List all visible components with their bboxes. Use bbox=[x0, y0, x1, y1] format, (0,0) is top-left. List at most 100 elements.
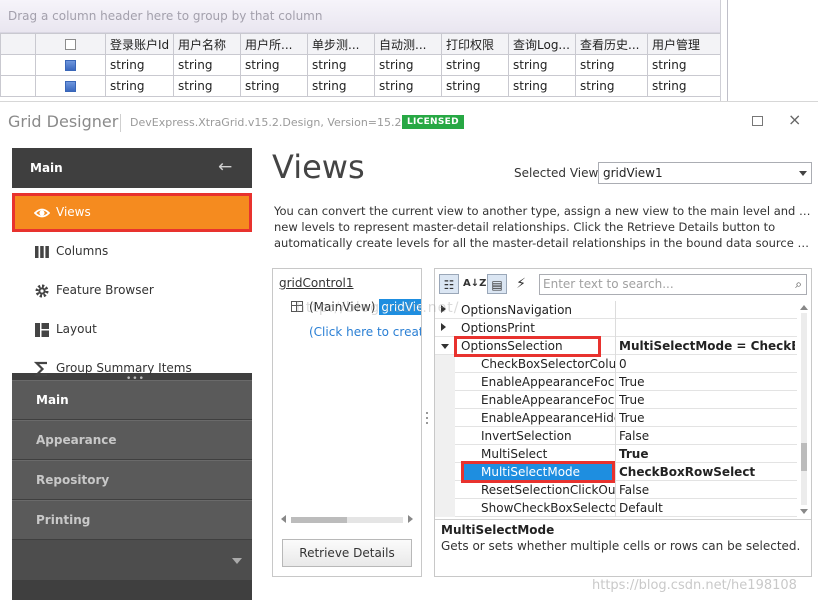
property-value[interactable]: Default bbox=[619, 501, 795, 515]
divider bbox=[120, 114, 121, 132]
property-value[interactable]: False bbox=[619, 483, 795, 497]
chevron-left-icon[interactable] bbox=[281, 515, 286, 523]
table-cell[interactable]: string bbox=[508, 54, 576, 76]
tree-root-node[interactable]: gridControl1 bbox=[279, 276, 354, 290]
property-value[interactable]: 0 bbox=[619, 357, 795, 371]
nav-group-repository[interactable]: Repository bbox=[12, 460, 252, 499]
scroll-track[interactable] bbox=[801, 313, 807, 505]
maximize-button[interactable] bbox=[752, 116, 763, 126]
table-cell[interactable]: string bbox=[307, 54, 375, 76]
column-header[interactable]: 用户所... bbox=[240, 33, 308, 55]
property-value[interactable]: MultiSelectMode = CheckBox bbox=[619, 339, 795, 353]
table-cell[interactable]: string bbox=[441, 54, 509, 76]
divider bbox=[615, 391, 616, 409]
nav-group-main[interactable]: Main bbox=[12, 380, 252, 419]
table-cell[interactable]: string bbox=[173, 75, 241, 97]
table-cell[interactable]: string bbox=[374, 54, 442, 76]
column-header[interactable]: 打印权限 bbox=[441, 33, 509, 55]
nav-item-feature-browser[interactable]: Feature Browser bbox=[12, 271, 252, 310]
help-text: Gets or sets whether multiple cells or r… bbox=[441, 539, 801, 553]
chevron-down-icon[interactable] bbox=[800, 509, 808, 514]
chevron-right-icon[interactable] bbox=[408, 515, 413, 523]
divider bbox=[615, 445, 616, 463]
events-icon[interactable]: ⚡ bbox=[511, 274, 531, 294]
table-cell[interactable]: string bbox=[240, 54, 308, 76]
table-row[interactable]: string string string string string strin… bbox=[0, 54, 721, 76]
nav-item-layout[interactable]: Layout bbox=[12, 310, 252, 349]
table-cell[interactable]: string bbox=[575, 75, 648, 97]
row-checkbox[interactable] bbox=[65, 81, 76, 92]
preview-side-area bbox=[720, 0, 818, 101]
property-search-input[interactable]: Enter text to search... ⌕ bbox=[539, 274, 807, 295]
close-button[interactable]: × bbox=[788, 110, 801, 130]
table-cell[interactable]: string bbox=[307, 75, 375, 97]
property-row-options-print[interactable]: OptionsPrint bbox=[435, 319, 797, 337]
column-header[interactable]: 自动测... bbox=[374, 33, 442, 55]
selected-view-dropdown[interactable]: gridView1 bbox=[598, 162, 812, 184]
select-all-checkbox[interactable] bbox=[65, 39, 76, 50]
property-value[interactable]: True bbox=[619, 447, 795, 461]
chevron-down-icon[interactable] bbox=[232, 558, 242, 564]
table-cell[interactable]: string bbox=[173, 54, 241, 76]
table-cell[interactable]: string bbox=[647, 54, 721, 76]
column-header[interactable]: 查看历史... bbox=[575, 33, 648, 55]
property-value[interactable]: True bbox=[619, 393, 795, 407]
scroll-thumb[interactable] bbox=[801, 443, 807, 471]
row-indent bbox=[435, 481, 455, 499]
select-all-cell[interactable] bbox=[35, 33, 106, 55]
table-cell[interactable]: string bbox=[105, 54, 174, 76]
preview-grid: 登录账户Id 用户名称 用户所... 单步测... 自动测... 打印权限 查询… bbox=[0, 33, 721, 97]
splitter-grip[interactable] bbox=[426, 412, 430, 428]
chevron-up-icon[interactable] bbox=[800, 305, 808, 310]
description-line: You can convert the current view to anot… bbox=[274, 204, 812, 218]
scroll-thumb[interactable] bbox=[291, 517, 347, 523]
retrieve-details-button[interactable]: Retrieve Details bbox=[282, 539, 412, 567]
group-panel[interactable]: Drag a column header here to group by th… bbox=[0, 0, 720, 33]
vertical-scrollbar[interactable] bbox=[797, 301, 811, 517]
horizontal-scrollbar[interactable] bbox=[281, 515, 413, 523]
column-header[interactable]: 查询Log... bbox=[508, 33, 576, 55]
table-row[interactable]: string string string string string strin… bbox=[0, 75, 721, 97]
divider bbox=[615, 373, 616, 391]
property-pages-icon[interactable]: ▤ bbox=[487, 274, 507, 294]
column-header[interactable]: 登录账户Id bbox=[105, 33, 174, 55]
property-row[interactable]: EnableAppearanceFocusedCell True bbox=[435, 373, 797, 391]
back-arrow-icon[interactable]: ← bbox=[218, 157, 232, 177]
create-level-link[interactable]: (Click here to create bbox=[309, 325, 421, 339]
search-icon[interactable]: ⌕ bbox=[795, 277, 802, 292]
description-line: automatically create levels for all the … bbox=[274, 236, 812, 250]
property-row[interactable]: CheckBoxSelectorColumnWidth 0 bbox=[435, 355, 797, 373]
table-cell[interactable]: string bbox=[575, 54, 648, 76]
property-row[interactable]: InvertSelection False bbox=[435, 427, 797, 445]
table-cell[interactable]: string bbox=[508, 75, 576, 97]
expand-right-icon[interactable] bbox=[441, 323, 446, 331]
column-header[interactable]: 用户名称 bbox=[173, 33, 241, 55]
row-select-cell[interactable] bbox=[35, 75, 106, 97]
property-value[interactable]: True bbox=[619, 411, 795, 425]
nav-item-label: Layout bbox=[56, 322, 97, 336]
table-cell[interactable]: string bbox=[441, 75, 509, 97]
property-row[interactable]: EnableAppearanceHideSelection True bbox=[435, 409, 797, 427]
nav-group-appearance[interactable]: Appearance bbox=[12, 420, 252, 459]
nav-item-columns[interactable]: Columns bbox=[12, 232, 252, 271]
nav-group-printing[interactable]: Printing bbox=[12, 500, 252, 539]
table-cell[interactable]: string bbox=[240, 75, 308, 97]
nav-item-views[interactable]: Views bbox=[12, 193, 252, 232]
property-row-options-navigation[interactable]: OptionsNavigation bbox=[435, 301, 797, 319]
row-checkbox[interactable] bbox=[65, 60, 76, 71]
property-value[interactable]: CheckBoxRowSelect bbox=[619, 465, 795, 479]
table-cell[interactable]: string bbox=[105, 75, 174, 97]
column-header[interactable]: 用户管理 bbox=[647, 33, 721, 55]
property-row[interactable]: ResetSelectionClickOutside False bbox=[435, 481, 797, 499]
column-header[interactable]: 单步测... bbox=[307, 33, 375, 55]
table-cell[interactable]: string bbox=[647, 75, 721, 97]
expand-down-icon[interactable] bbox=[441, 344, 449, 349]
row-select-cell[interactable] bbox=[35, 54, 106, 76]
property-row[interactable]: ShowCheckBoxSelectorInColumnHeader Defau… bbox=[435, 499, 797, 517]
property-value[interactable]: False bbox=[619, 429, 795, 443]
categorized-icon[interactable]: ☷ bbox=[439, 274, 459, 294]
table-cell[interactable]: string bbox=[374, 75, 442, 97]
property-row[interactable]: EnableAppearanceFocusedRow True bbox=[435, 391, 797, 409]
alphabetical-icon[interactable]: A↓Z bbox=[463, 274, 486, 294]
property-value[interactable]: True bbox=[619, 375, 795, 389]
